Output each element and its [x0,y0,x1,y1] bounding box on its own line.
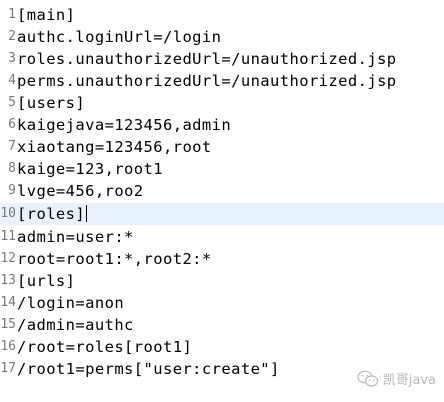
line-text: [users] [17,94,86,112]
line-text: lvge=456,roo2 [17,182,144,200]
editor-line[interactable]: 13 [urls] [0,270,444,292]
editor-line[interactable]: 14 /login=anon [0,292,444,314]
wechat-icon [357,370,379,388]
line-number: 9 [8,183,16,198]
line-text: authc.loginUrl=/login [17,28,222,46]
line-text: [urls] [17,272,76,290]
line-number: 7 [8,139,16,154]
line-text: kaige=123,root1 [17,160,163,178]
line-number: 16 [0,339,16,354]
line-number: 5 [8,95,16,110]
editor-line-current[interactable]: 10 [roles] [0,203,444,225]
line-text: xiaotang=123456,root [17,138,212,156]
editor-line[interactable]: 5 [users] [0,92,444,114]
line-number: 1 [8,7,16,22]
editor-line[interactable]: 4 perms.unauthorizedUrl=/unauthorized.js… [0,70,444,92]
code-editor[interactable]: 1 [main] 2 authc.loginUrl=/login 3 roles… [0,0,444,402]
text-cursor [86,205,88,222]
line-text: admin=user:* [17,228,134,246]
line-text: perms.unauthorizedUrl=/unauthorized.jsp [17,72,397,90]
editor-line[interactable]: 12 root=root1:*,root2:* [0,248,444,270]
editor-line[interactable]: 3 roles.unauthorizedUrl=/unauthorized.js… [0,48,444,70]
editor-line[interactable]: 15 /admin=authc [0,314,444,336]
line-text-with-cursor: [roles] [17,203,88,225]
editor-line[interactable]: 1 [main] [0,4,444,26]
line-number: 12 [0,251,16,266]
editor-line[interactable]: 11 admin=user:* [0,226,444,248]
line-number: 3 [8,51,16,66]
editor-line[interactable]: 9 lvge=456,roo2 [0,180,444,202]
line-number: 6 [8,117,16,132]
editor-line[interactable]: 6 kaigejava=123456,admin [0,114,444,136]
line-number: 8 [8,161,16,176]
line-text: /root1=perms["user:create"] [17,360,280,378]
line-text: /root=roles[root1] [17,338,193,356]
line-number: 2 [8,29,16,44]
editor-line[interactable]: 7 xiaotang=123456,root [0,136,444,158]
line-number: 15 [0,317,16,332]
line-text: [main] [17,6,76,24]
line-number: 13 [0,273,16,288]
line-text: root=root1:*,root2:* [17,250,212,268]
line-text: /login=anon [17,294,125,312]
watermark-text: 凯哥java [382,373,436,388]
line-text: [roles] [17,205,86,223]
line-text: /admin=authc [17,316,134,334]
editor-line[interactable]: 2 authc.loginUrl=/login [0,26,444,48]
line-number: 11 [0,229,16,244]
line-text: kaigejava=123456,admin [17,116,232,134]
watermark: 凯哥java [357,369,436,388]
editor-line[interactable]: 16 /root=roles[root1] [0,336,444,358]
editor-line[interactable]: 8 kaige=123,root1 [0,158,444,180]
line-number: 10 [0,206,16,221]
line-number: 4 [8,73,16,88]
line-number: 17 [0,361,16,376]
line-number: 14 [0,295,16,310]
line-text: roles.unauthorizedUrl=/unauthorized.jsp [17,50,397,68]
